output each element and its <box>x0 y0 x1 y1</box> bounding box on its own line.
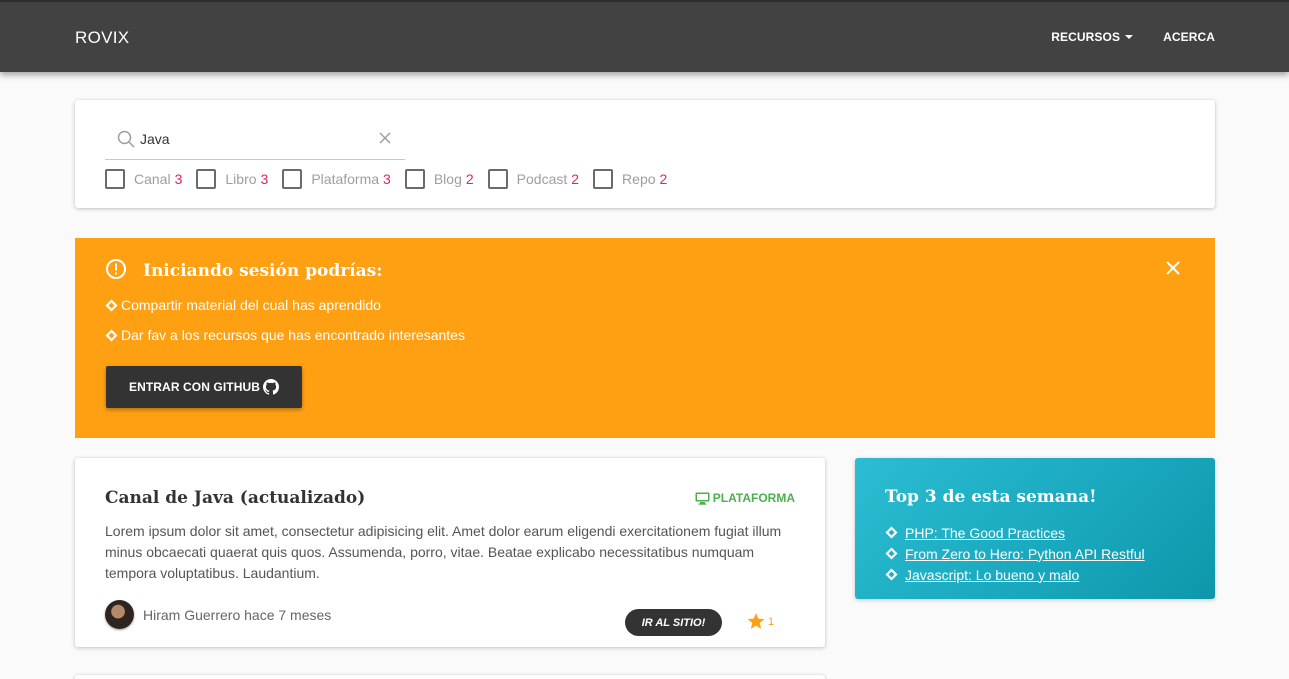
top-item-link[interactable]: Javascript: Lo bueno y malo <box>905 567 1079 583</box>
alert-item: Dar fav a los recursos que has encontrad… <box>105 327 465 343</box>
top-item-link[interactable]: PHP: The Good Practices <box>905 525 1065 541</box>
filter-count: 3 <box>383 171 391 187</box>
close-icon[interactable] <box>1166 261 1180 275</box>
top-navbar: ROVIX RECURSOS ACERCA <box>0 0 1289 72</box>
resource-description: Lorem ipsum dolor sit amet, consectetur … <box>105 523 782 581</box>
filter-count: 2 <box>571 171 580 187</box>
resource-type-badge: PLATAFORMA <box>695 491 795 505</box>
filter-label: Libro <box>225 171 257 187</box>
checkbox[interactable] <box>196 169 217 189</box>
diamond-bullet-icon <box>885 568 898 581</box>
diamond-bullet-icon <box>885 547 898 560</box>
list-item: PHP: The Good Practices <box>885 522 1145 543</box>
nav-resources-label: RECURSOS <box>1051 30 1121 44</box>
author-text: Hiram Guerrero hace 7 meses <box>143 606 332 623</box>
list-item: Javascript: Lo bueno y malo <box>885 564 1145 585</box>
filter-label: Repo <box>622 171 656 187</box>
resource-card: Canal de Java (actualizado) PLATAFORMA L… <box>75 458 825 647</box>
alert-title: Iniciando sesión podrías: <box>143 261 383 281</box>
filter-label: Canal <box>134 171 171 187</box>
alert-circle-icon <box>106 259 126 279</box>
filter-repo[interactable]: Repo 2 <box>593 169 667 189</box>
filter-podcast[interactable]: Podcast 2 <box>487 169 580 189</box>
diamond-bullet-icon <box>885 526 898 539</box>
resource-author: Hiram Guerrero hace 7 meses <box>105 600 331 629</box>
top-item-link[interactable]: From Zero to Hero: Python API Restful <box>905 546 1145 562</box>
filter-count: 2 <box>465 171 474 187</box>
filter-label: Podcast <box>516 171 568 187</box>
avatar[interactable] <box>105 600 134 629</box>
filter-canal[interactable]: Canal 3 <box>105 169 182 189</box>
top-week-list: PHP: The Good Practices From Zero to Her… <box>885 522 1145 585</box>
filter-blog[interactable]: Blog 2 <box>404 169 474 189</box>
top-week-card: Top 3 de esta semana! PHP: The Good Prac… <box>855 458 1215 599</box>
nav-about[interactable]: ACERCA <box>1163 30 1215 44</box>
next-resource-card <box>75 675 825 679</box>
checkbox[interactable] <box>404 169 425 189</box>
resource-type-label: PLATAFORMA <box>712 491 795 505</box>
caret-down-icon <box>1125 35 1134 39</box>
monitor-icon <box>695 492 710 505</box>
alert-item-text: Compartir material del cual has aprendid… <box>121 297 381 313</box>
login-alert: Iniciando sesión podrías: Compartir mate… <box>75 238 1215 438</box>
alert-item-text: Dar fav a los recursos que has encontrad… <box>121 327 465 343</box>
checkbox[interactable] <box>282 169 303 189</box>
nav-about-label: ACERCA <box>1163 30 1215 44</box>
resource-title[interactable]: Canal de Java (actualizado) <box>105 488 365 508</box>
star-icon <box>747 613 765 629</box>
diamond-bullet-icon <box>105 329 118 341</box>
filter-plataforma[interactable]: Plataforma 3 <box>282 169 391 189</box>
filter-label: Blog <box>433 171 462 187</box>
filter-count: 3 <box>174 171 183 187</box>
search-field <box>105 122 405 160</box>
type-filters: Canal 3 Libro 3 Plataforma 3 Blog 2 Podc… <box>105 169 681 189</box>
go-to-site-button[interactable]: IR AL SITIO! <box>625 609 722 636</box>
filter-count: 2 <box>659 171 668 187</box>
github-login-button[interactable]: ENTRAR CON GITHUB <box>106 366 302 408</box>
alert-item: Compartir material del cual has aprendid… <box>105 297 381 313</box>
filter-label: Plataforma <box>311 171 380 187</box>
filter-libro[interactable]: Libro 3 <box>196 169 268 189</box>
checkbox[interactable] <box>105 169 125 189</box>
diamond-bullet-icon <box>105 299 118 311</box>
search-icon <box>117 130 135 148</box>
main-nav: RECURSOS ACERCA <box>1051 30 1215 44</box>
list-item: From Zero to Hero: Python API Restful <box>885 543 1145 564</box>
github-login-label: ENTRAR CON GITHUB <box>128 380 261 394</box>
fav-button[interactable]: 1 <box>747 613 774 630</box>
top-week-title: Top 3 de esta semana! <box>885 487 1097 507</box>
fav-count: 1 <box>768 615 775 628</box>
checkbox[interactable] <box>593 169 614 189</box>
filter-count: 3 <box>260 171 269 187</box>
clear-search-icon[interactable] <box>377 130 393 146</box>
nav-resources-dropdown[interactable]: RECURSOS <box>1051 30 1134 44</box>
brand-logo[interactable]: ROVIX <box>75 28 129 48</box>
checkbox[interactable] <box>487 169 508 189</box>
search-input[interactable] <box>140 131 360 147</box>
search-panel: Canal 3 Libro 3 Plataforma 3 Blog 2 Podc… <box>75 100 1215 208</box>
github-icon <box>263 379 280 395</box>
